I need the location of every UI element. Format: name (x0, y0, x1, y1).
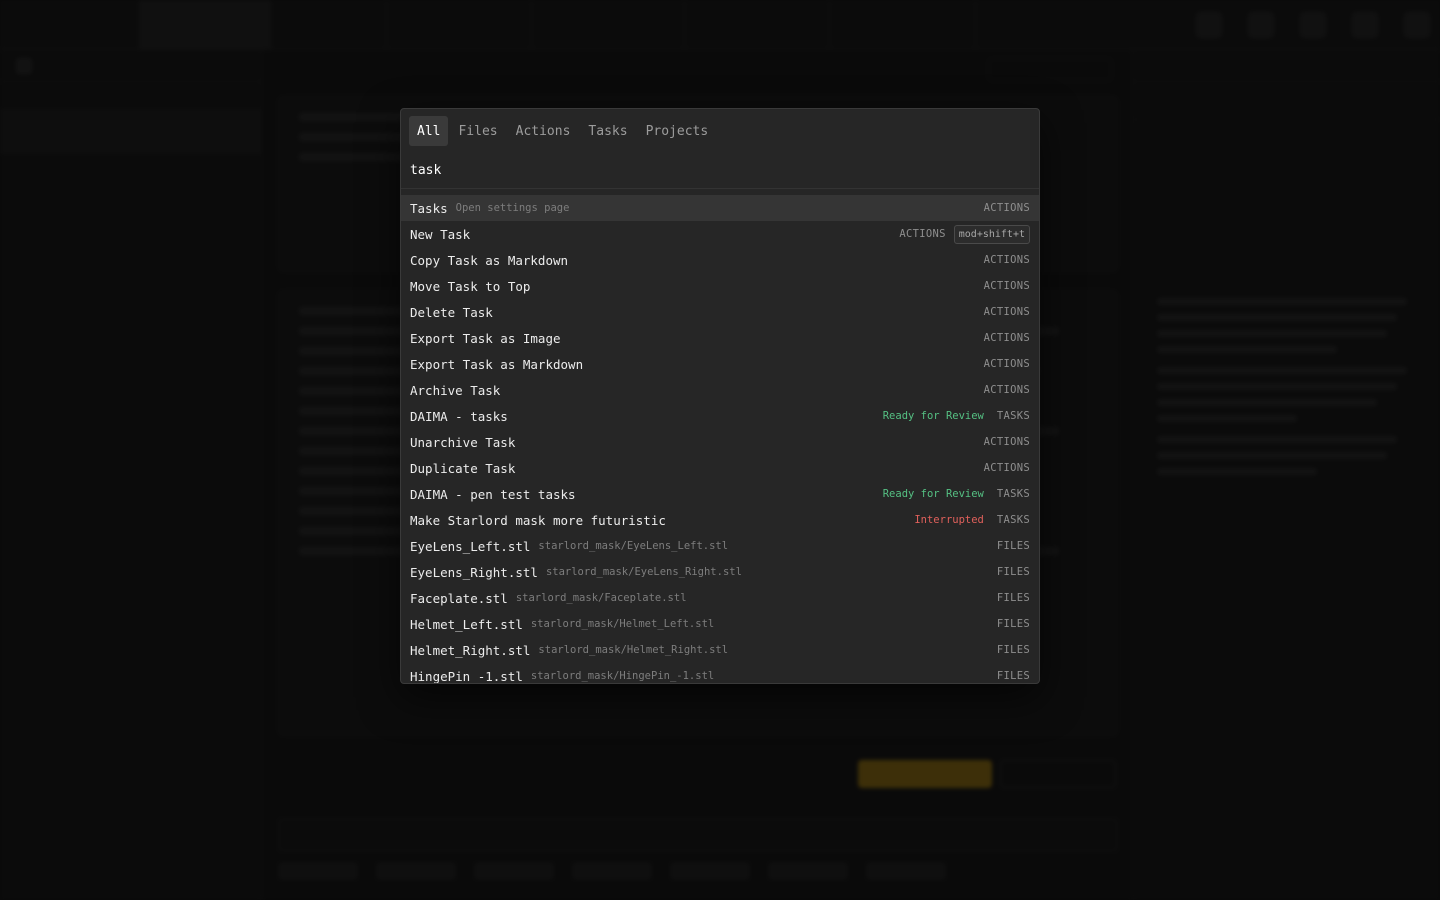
search-input[interactable] (410, 163, 810, 178)
result-row[interactable]: EyeLens_Left.stl starlord_mask/EyeLens_Le… (401, 533, 1039, 559)
shortcut-key: mod+shift+t (953, 224, 1030, 244)
result-description: starlord_mask/EyeLens_Left.stl (538, 540, 729, 552)
result-description: starlord_mask/Helmet_Left.stl (530, 618, 715, 630)
tab-files[interactable]: Files (450, 116, 505, 146)
result-row[interactable]: Helmet_Right.stl starlord_mask/Helmet_Rig… (401, 637, 1039, 663)
tab-all[interactable]: All (409, 116, 449, 146)
result-category: FILES (996, 592, 1030, 604)
result-name: DAIMA - tasks (410, 408, 508, 424)
result-name: EyeLens_Right.stl (410, 564, 538, 580)
result-name: EyeLens_Left.stl (410, 538, 531, 554)
status-badge: Ready for Review (882, 410, 984, 422)
result-name: New Task (410, 226, 471, 242)
result-category: ACTIONS (983, 202, 1030, 214)
result-description: Open settings page (455, 202, 570, 214)
result-category: TASKS (996, 410, 1030, 422)
result-category: ACTIONS (899, 228, 946, 240)
result-category: TASKS (996, 488, 1030, 500)
result-category: ACTIONS (983, 462, 1030, 474)
result-row[interactable]: Faceplate.stl starlord_mask/Faceplate.stl… (401, 585, 1039, 611)
result-row[interactable]: Move Task to Top ACTIONS (401, 273, 1039, 299)
command-palette: All Files Actions Tasks Projects Tasks Op… (400, 108, 1040, 684)
tab-projects[interactable]: Projects (638, 116, 717, 146)
result-row[interactable]: DAIMA - tasks Ready for Review TASKS (401, 403, 1039, 429)
palette-tabs: All Files Actions Tasks Projects (401, 109, 1039, 153)
status-badge: Interrupted (914, 514, 984, 526)
result-name: Faceplate.stl (410, 590, 508, 606)
result-category: ACTIONS (983, 384, 1030, 396)
result-row[interactable]: Export Task as Image ACTIONS (401, 325, 1039, 351)
result-name: Make Starlord mask more futuristic (410, 512, 666, 528)
search-row (401, 153, 1039, 189)
results-list: Tasks Open settings page ACTIONS New Task AC… (401, 189, 1039, 684)
result-category: ACTIONS (983, 306, 1030, 318)
result-category: ACTIONS (983, 332, 1030, 344)
result-name: Archive Task (410, 382, 501, 398)
result-category: FILES (996, 566, 1030, 578)
result-row[interactable]: DAIMA - pen test tasks Ready for Review TA… (401, 481, 1039, 507)
result-category: ACTIONS (983, 436, 1030, 448)
result-category: FILES (996, 644, 1030, 656)
result-row[interactable]: EyeLens_Right.stl starlord_mask/EyeLens_R… (401, 559, 1039, 585)
status-badge: Ready for Review (882, 488, 984, 500)
result-category: ACTIONS (983, 254, 1030, 266)
result-row[interactable]: Helmet_Left.stl starlord_mask/Helmet_Left… (401, 611, 1039, 637)
result-name: Delete Task (410, 304, 493, 320)
tab-actions[interactable]: Actions (508, 116, 579, 146)
result-row[interactable]: Copy Task as Markdown ACTIONS (401, 247, 1039, 273)
result-name: Helmet_Left.stl (410, 616, 523, 632)
result-name: Duplicate Task (410, 460, 516, 476)
result-name: Export Task as Image (410, 330, 561, 346)
result-category: ACTIONS (983, 280, 1030, 292)
result-row[interactable]: HingePin_-1.stl starlord_mask/HingePin_-1… (401, 663, 1039, 684)
result-name: Copy Task as Markdown (410, 252, 569, 268)
result-description: starlord_mask/EyeLens_Right.stl (545, 566, 742, 578)
result-row[interactable]: Tasks Open settings page ACTIONS (401, 195, 1039, 221)
result-name: Helmet_Right.stl (410, 642, 531, 658)
result-name: DAIMA - pen test tasks (410, 486, 576, 502)
result-row[interactable]: Archive Task ACTIONS (401, 377, 1039, 403)
result-category: FILES (996, 540, 1030, 552)
result-row[interactable]: Export Task as Markdown ACTIONS (401, 351, 1039, 377)
result-row[interactable]: Delete Task ACTIONS (401, 299, 1039, 325)
result-row[interactable]: Unarchive Task ACTIONS (401, 429, 1039, 455)
result-row[interactable]: New Task ACTIONS mod+shift+t (401, 221, 1039, 247)
result-name: Export Task as Markdown (410, 356, 584, 372)
tab-tasks[interactable]: Tasks (580, 116, 635, 146)
result-description: starlord_mask/HingePin_-1.stl (530, 670, 715, 682)
result-name: Unarchive Task (410, 434, 516, 450)
result-row[interactable]: Duplicate Task ACTIONS (401, 455, 1039, 481)
result-name: Move Task to Top (410, 278, 531, 294)
result-name: Tasks (410, 200, 448, 216)
result-description: starlord_mask/Helmet_Right.stl (538, 644, 729, 656)
result-category: TASKS (996, 514, 1030, 526)
result-category: FILES (996, 670, 1030, 682)
result-category: FILES (996, 618, 1030, 630)
result-name: HingePin_-1.stl (410, 668, 523, 684)
result-category: ACTIONS (983, 358, 1030, 370)
result-description: starlord_mask/Faceplate.stl (515, 592, 687, 604)
result-row[interactable]: Make Starlord mask more futuristic Interr… (401, 507, 1039, 533)
